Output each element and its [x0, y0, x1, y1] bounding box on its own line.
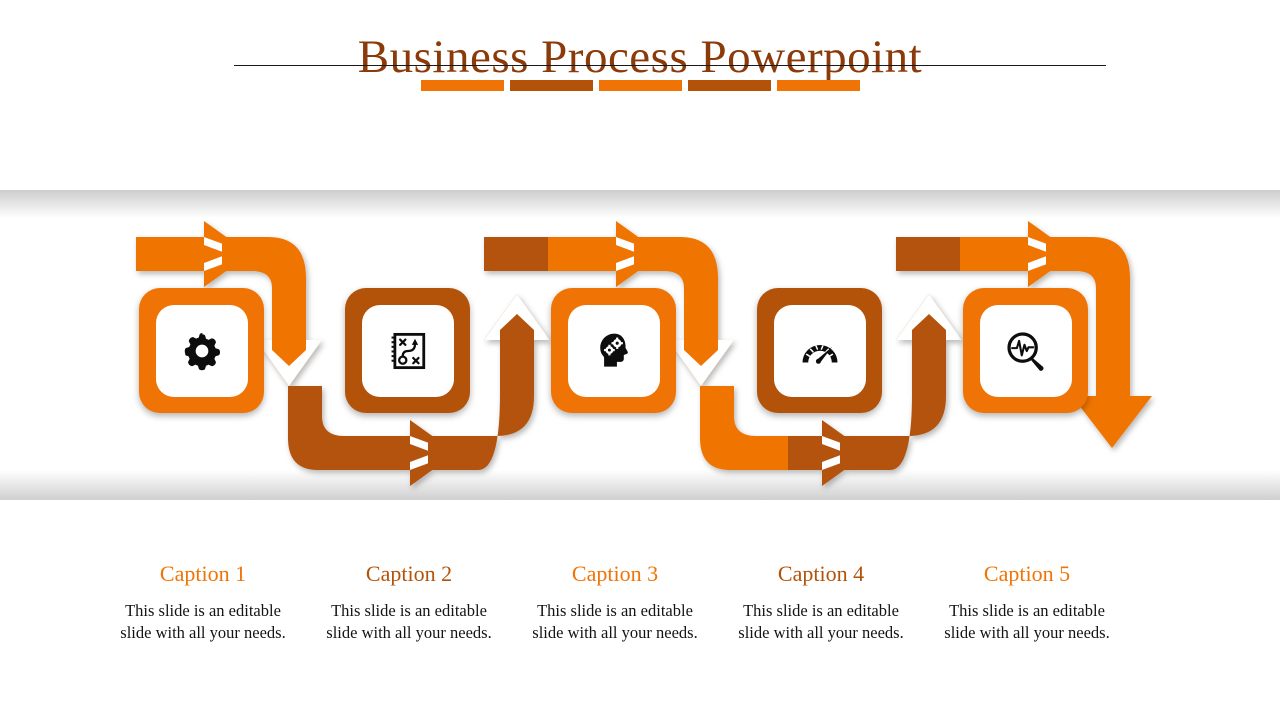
- speedometer-icon: [802, 344, 837, 364]
- page-title: Business Process Powerpoint: [357, 31, 923, 83]
- accent-bar-4: [687, 80, 771, 91]
- caption-title-1: Caption 1: [159, 561, 247, 586]
- caption-title-4: Caption 4: [777, 561, 865, 586]
- accent-bar-2: [509, 80, 593, 91]
- process-step-node-3[interactable]: [551, 288, 676, 413]
- accent-bar-5: [776, 80, 860, 91]
- process-step-node-4[interactable]: [757, 288, 882, 413]
- caption-body-5: This slide is an editable slide with all…: [944, 601, 1110, 643]
- process-step-node-1[interactable]: [139, 288, 264, 413]
- caption-column-1: Caption 1 This slide is an editable slide…: [100, 561, 306, 644]
- node-inner-panel-4: [773, 304, 866, 397]
- caption-body-4: This slide is an editable slide with all…: [738, 601, 904, 643]
- accent-bar-3: [598, 80, 682, 91]
- process-flow-diagram: [0, 190, 1280, 500]
- accent-bar-1: [420, 80, 504, 91]
- caption-column-2: Caption 2 This slide is an editable slide…: [306, 561, 512, 644]
- caption-body-2: This slide is an editable slide with all…: [326, 601, 492, 643]
- node-inner-panel-1: [155, 304, 248, 397]
- caption-column-4: Caption 4 This slide is an editable slide…: [718, 561, 924, 644]
- caption-body-3: This slide is an editable slide with all…: [532, 601, 698, 643]
- magnifier-pulse-icon: [1006, 331, 1043, 371]
- strategy-board-icon: [391, 332, 425, 369]
- caption-column-5: Caption 5 This slide is an editable slide…: [924, 561, 1130, 644]
- title-divider-rule: [234, 65, 1106, 66]
- gear-icon: [184, 332, 220, 370]
- caption-title-2: Caption 2: [365, 561, 453, 586]
- node-inner-panel-3: [567, 304, 660, 397]
- caption-row: Caption 1 This slide is an editable slide…: [100, 561, 1130, 644]
- node-inner-panel-5: [979, 304, 1072, 397]
- caption-title-5: Caption 5: [983, 561, 1071, 586]
- caption-body-1: This slide is an editable slide with all…: [120, 601, 286, 643]
- process-step-node-5[interactable]: [963, 288, 1088, 413]
- caption-column-3: Caption 3 This slide is an editable slide…: [512, 561, 718, 644]
- head-with-gears-icon: [599, 333, 628, 367]
- process-step-node-2[interactable]: [345, 288, 470, 413]
- caption-title-3: Caption 3: [571, 561, 659, 586]
- title-block: Business Process Powerpoint: [0, 34, 1280, 81]
- accent-bar-group: [0, 80, 1280, 91]
- node-inner-panel-2: [361, 304, 454, 397]
